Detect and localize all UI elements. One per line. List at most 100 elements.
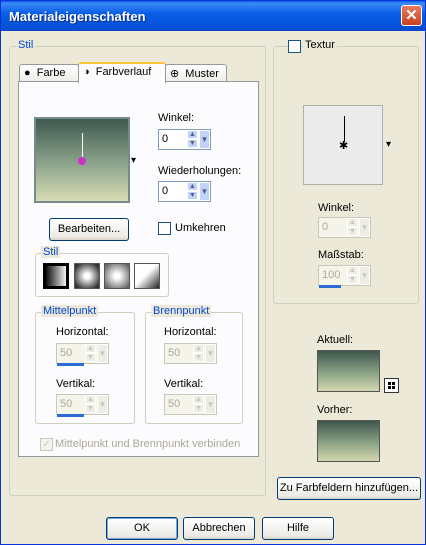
textur-massstab-label: Maßstab: <box>318 249 364 261</box>
vorher-label: Vorher: <box>317 404 353 416</box>
add-to-swatches-button[interactable]: Zu Farbfeldern hinzufügen... <box>277 477 421 500</box>
title-bar[interactable]: Materialeigenschaften ✕ <box>1 1 425 31</box>
brennpunkt-vertikal-buttons: ▲ ▼ <box>193 395 204 414</box>
winkel-up-button[interactable]: ▲ <box>187 130 198 139</box>
textur-winkel-value[interactable]: 0 <box>322 221 328 233</box>
mittelpunkt-horizontal-up[interactable]: ▲ <box>85 344 96 353</box>
umkehren-label: Umkehren <box>175 222 226 234</box>
close-icon: ✕ <box>405 7 418 24</box>
texture-center-icon: ✱ <box>339 140 349 152</box>
brennpunkt-vertikal-label: Vertikal: <box>164 378 204 390</box>
tab-farbe-label: Farbe <box>36 67 66 79</box>
brennpunkt-vertikal-dropdown[interactable]: ▼ <box>205 395 216 414</box>
wiederholungen-dropdown-button[interactable]: ▼ <box>199 182 210 201</box>
link-center-focus-label: Mittelpunkt und Brennpunkt verbinden <box>55 438 241 450</box>
textur-massstab-spinner[interactable]: 100 ▲ ▼ ▼ <box>318 265 371 286</box>
ok-button[interactable]: OK <box>106 517 178 540</box>
mittelpunkt-vertikal-value[interactable]: 50 <box>60 398 72 410</box>
mittelpunkt-legend: Mittelpunkt <box>41 305 99 317</box>
palette-grid-icon[interactable] <box>384 378 399 393</box>
half-circle-icon: ◑ <box>83 66 90 78</box>
mittelpunkt-vertikal-down[interactable]: ▼ <box>85 404 96 413</box>
filled-circle-icon: ● <box>24 67 31 79</box>
mittelpunkt-horizontal-label: Horizontal: <box>56 326 109 338</box>
winkel-dropdown-button[interactable]: ▼ <box>199 130 210 149</box>
textur-label: Textur <box>303 39 337 51</box>
wiederholungen-spinner[interactable]: 0 ▲ ▼ ▼ <box>158 181 211 202</box>
tab-farbverlauf[interactable]: ◑ Farbverlauf <box>78 62 166 83</box>
textur-checkbox[interactable] <box>288 40 301 53</box>
mittelpunkt-vertikal-up[interactable]: ▲ <box>85 395 96 404</box>
aktuell-label: Aktuell: <box>317 334 354 346</box>
mittelpunkt-vertikal-buttons: ▲ ▼ <box>85 395 96 414</box>
gradient-dropdown-arrow[interactable]: ▾ <box>131 155 136 166</box>
textur-massstab-bar <box>319 285 341 288</box>
checkmark-icon: ✓ <box>42 439 51 450</box>
wiederholungen-spin-buttons: ▲ ▼ <box>187 182 198 201</box>
brennpunkt-vertikal-spinner[interactable]: 50 ▲ ▼ ▼ <box>164 394 217 415</box>
wiederholungen-label: Wiederholungen: <box>158 165 242 177</box>
textur-winkel-down[interactable]: ▼ <box>347 227 358 236</box>
brennpunkt-vertikal-up[interactable]: ▲ <box>193 395 204 404</box>
brennpunkt-horizontal-dropdown[interactable]: ▼ <box>205 344 216 363</box>
textur-winkel-buttons: ▲ ▼ <box>347 218 358 237</box>
textur-winkel-label: Winkel: <box>318 202 355 214</box>
gradient-preview-swatch[interactable] <box>34 117 130 203</box>
texture-dropdown-arrow[interactable]: ▾ <box>386 139 391 150</box>
winkel-value[interactable]: 0 <box>162 133 168 145</box>
mittelpunkt-vertikal-dropdown[interactable]: ▼ <box>97 395 108 414</box>
tab-muster-label: Muster <box>185 68 219 80</box>
mittelpunkt-horizontal-value[interactable]: 50 <box>60 347 72 359</box>
radial-style-button[interactable] <box>134 263 160 289</box>
textur-winkel-dropdown[interactable]: ▼ <box>359 218 370 237</box>
mittelpunkt-horizontal-buttons: ▲ ▼ <box>85 344 96 363</box>
linear-style-button[interactable] <box>43 263 69 289</box>
gradient-style-legend: Stil <box>41 246 61 258</box>
umkehren-checkbox[interactable] <box>158 222 171 235</box>
brennpunkt-legend: Brennpunkt <box>151 305 212 317</box>
mittelpunkt-horizontal-dropdown[interactable]: ▼ <box>97 344 108 363</box>
bearbeiten-button[interactable]: Bearbeiten... <box>49 218 129 241</box>
brennpunkt-horizontal-spinner[interactable]: 50 ▲ ▼ ▼ <box>164 343 217 364</box>
brennpunkt-horizontal-down[interactable]: ▼ <box>193 353 204 362</box>
textur-winkel-up[interactable]: ▲ <box>347 218 358 227</box>
hilfe-button[interactable]: Hilfe <box>262 517 334 540</box>
wiederholungen-value[interactable]: 0 <box>162 185 168 197</box>
rectangular-style-button[interactable] <box>74 263 100 289</box>
aktuell-swatch <box>317 350 380 392</box>
wiederholungen-up-button[interactable]: ▲ <box>187 182 198 191</box>
brennpunkt-vertikal-value[interactable]: 50 <box>168 398 180 410</box>
textur-massstab-value[interactable]: 100 <box>322 269 340 281</box>
vorher-swatch[interactable] <box>317 420 380 462</box>
mittelpunkt-horizontal-bar <box>57 363 84 366</box>
sunburst-style-button[interactable] <box>104 263 130 289</box>
mittelpunkt-horizontal-down[interactable]: ▼ <box>85 353 96 362</box>
abbrechen-button[interactable]: Abbrechen <box>183 517 255 540</box>
window-title: Materialeigenschaften <box>9 9 146 24</box>
material-properties-dialog: Materialeigenschaften ✕ Stil ● Farbe ◑ F… <box>0 0 426 545</box>
textur-massstab-dropdown[interactable]: ▼ <box>359 266 370 285</box>
mittelpunkt-vertikal-bar <box>57 414 84 417</box>
winkel-spin-buttons: ▲ ▼ <box>187 130 198 149</box>
winkel-down-button[interactable]: ▼ <box>187 139 198 148</box>
link-center-focus-checkbox[interactable]: ✓ <box>40 438 53 451</box>
textur-massstab-down[interactable]: ▼ <box>347 275 358 284</box>
brennpunkt-horizontal-up[interactable]: ▲ <box>193 344 204 353</box>
close-button[interactable]: ✕ <box>401 5 422 26</box>
center-marker[interactable] <box>78 157 86 165</box>
textur-massstab-up[interactable]: ▲ <box>347 266 358 275</box>
textur-massstab-buttons: ▲ ▼ <box>347 266 358 285</box>
wiederholungen-down-button[interactable]: ▼ <box>187 191 198 200</box>
mittelpunkt-vertikal-spinner[interactable]: 50 ▲ ▼ ▼ <box>56 394 109 415</box>
winkel-spinner[interactable]: 0 ▲ ▼ ▼ <box>158 129 211 150</box>
brennpunkt-vertikal-down[interactable]: ▼ <box>193 404 204 413</box>
stil-group-legend: Stil <box>16 39 36 51</box>
tab-farbverlauf-label: Farbverlauf <box>95 66 152 78</box>
brennpunkt-horizontal-value[interactable]: 50 <box>168 347 180 359</box>
textur-winkel-spinner[interactable]: 0 ▲ ▼ ▼ <box>318 217 371 238</box>
mittelpunkt-horizontal-spinner[interactable]: 50 ▲ ▼ ▼ <box>56 343 109 364</box>
brennpunkt-horizontal-buttons: ▲ ▼ <box>193 344 204 363</box>
texture-preview[interactable]: ✱ <box>303 105 383 185</box>
mittelpunkt-vertikal-label: Vertikal: <box>56 378 96 390</box>
brennpunkt-horizontal-label: Horizontal: <box>164 326 217 338</box>
